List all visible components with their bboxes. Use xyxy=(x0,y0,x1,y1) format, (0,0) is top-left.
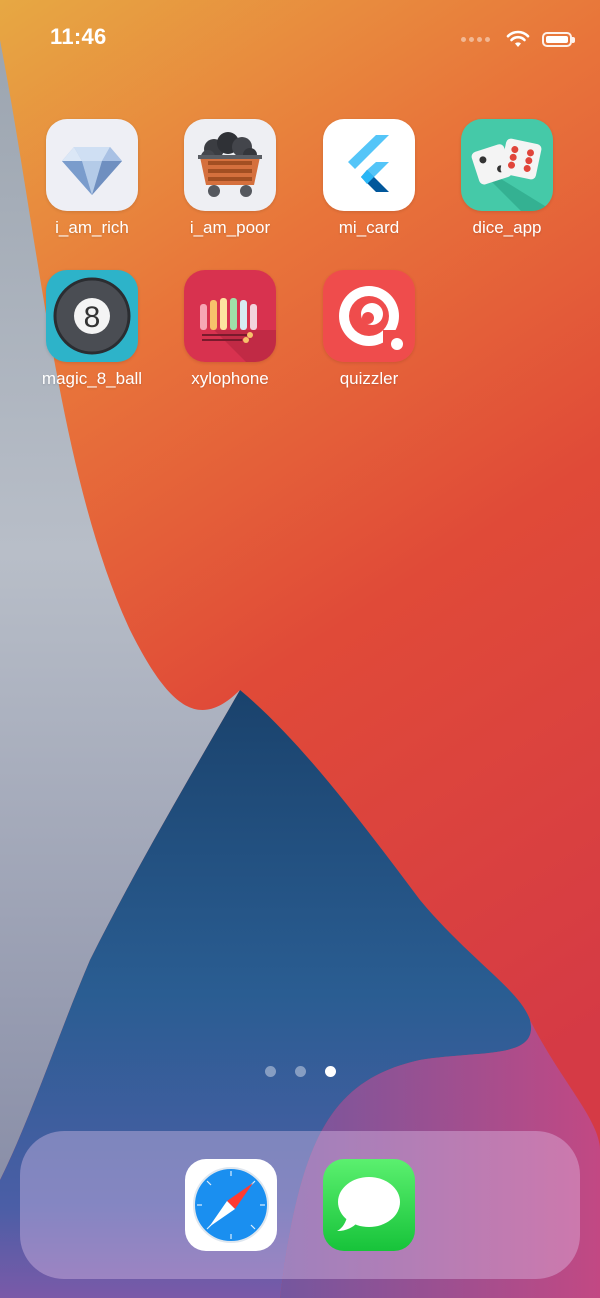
page-dot[interactable] xyxy=(324,1066,336,1077)
app-label: i_am_poor xyxy=(189,218,271,237)
app-label: mi_card xyxy=(338,218,400,237)
eight-ball-icon: 8 xyxy=(46,270,138,362)
status-time: 11:46 xyxy=(50,24,107,49)
diamond-icon xyxy=(46,119,138,211)
app-label: quizzler xyxy=(339,369,399,388)
app-xylophone[interactable]: xylophone xyxy=(165,270,295,389)
dock-app-messages[interactable] xyxy=(323,1159,415,1251)
safari-compass-icon xyxy=(185,1159,277,1251)
dice-icon xyxy=(461,119,553,211)
messages-bubble-icon xyxy=(323,1159,415,1251)
app-i-am-poor[interactable]: i_am_poor xyxy=(165,119,295,238)
app-mi-card[interactable]: mi_card xyxy=(304,119,434,238)
app-label: dice_app xyxy=(472,218,542,237)
wifi-icon xyxy=(506,30,530,47)
xylophone-icon xyxy=(184,270,276,362)
dock xyxy=(20,1131,580,1279)
app-quizzler[interactable]: quizzler xyxy=(304,270,434,389)
status-indicators xyxy=(461,27,575,51)
battery-level xyxy=(546,35,568,43)
coal-cart-icon xyxy=(184,119,276,211)
app-label: xylophone xyxy=(191,369,269,388)
app-magic-8-ball[interactable]: 8 magic_8_ball xyxy=(27,270,157,389)
dock-app-safari[interactable] xyxy=(185,1159,277,1251)
quizzler-icon xyxy=(323,270,415,362)
app-dice-app[interactable]: dice_app xyxy=(442,119,572,238)
status-bar: 11:46 xyxy=(0,0,600,80)
page-indicator[interactable] xyxy=(0,1066,600,1077)
flutter-logo-icon xyxy=(323,119,415,211)
cellular-signal-icon xyxy=(461,36,490,42)
page-dot[interactable] xyxy=(294,1066,306,1077)
home-screen: 11:46 i_am_rich i_am_poor mi_card dice_a… xyxy=(0,0,600,1298)
svg-text:8: 8 xyxy=(84,301,101,334)
app-label: magic_8_ball xyxy=(41,369,143,388)
app-label: i_am_rich xyxy=(55,218,129,237)
app-i-am-rich[interactable]: i_am_rich xyxy=(27,119,157,238)
page-dot[interactable] xyxy=(264,1066,276,1077)
battery-icon xyxy=(542,31,575,47)
